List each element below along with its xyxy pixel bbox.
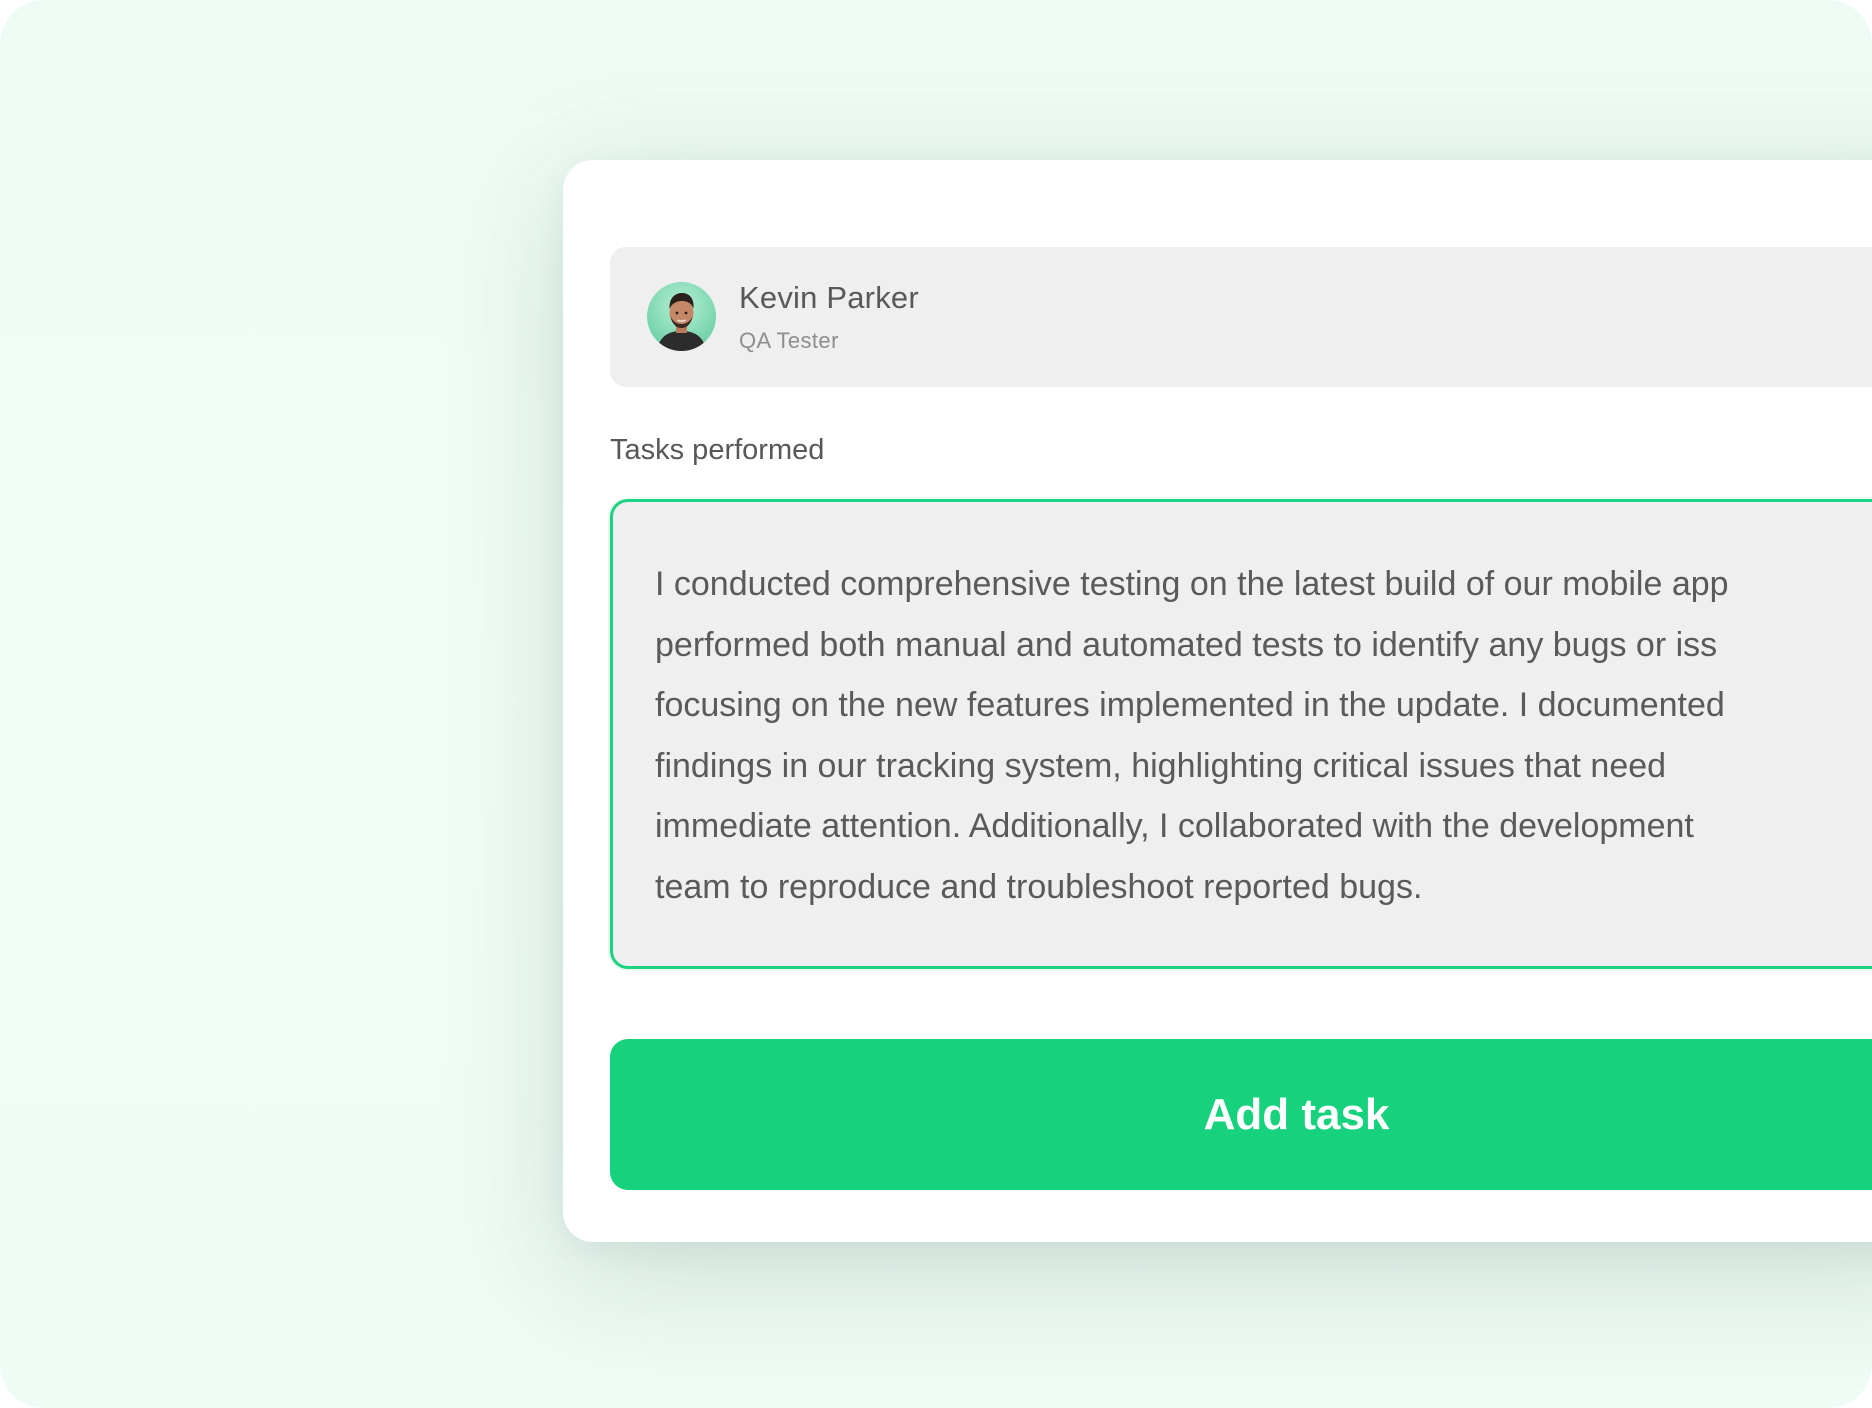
- tasks-performed-label: Tasks performed: [610, 434, 825, 466]
- user-name: Kevin Parker: [739, 280, 919, 315]
- task-form-card: Kevin Parker QA Tester Tasks performed I…: [563, 160, 1872, 1242]
- add-task-button[interactable]: Add task: [610, 1039, 1872, 1190]
- textarea-line: I conducted comprehensive testing on the…: [655, 565, 1729, 603]
- add-task-button-label: Add task: [1203, 1090, 1390, 1139]
- textarea-line: team to reproduce and troubleshoot repor…: [655, 867, 1423, 906]
- textarea-line: immediate attention. Additionally, I col…: [655, 807, 1694, 845]
- textarea-line: findings in our tracking system, highlig…: [655, 746, 1667, 785]
- textarea-line: performed both manual and automated test…: [655, 625, 1718, 664]
- textarea-line: focusing on the new features implemented…: [655, 686, 1725, 724]
- tasks-performed-textarea[interactable]: I conducted comprehensive testing on the…: [610, 499, 1872, 969]
- avatar-illustration: [647, 282, 716, 351]
- user-card: Kevin Parker QA Tester: [610, 247, 1872, 387]
- page-background: Kevin Parker QA Tester Tasks performed I…: [0, 0, 1872, 1408]
- user-role: QA Tester: [739, 328, 839, 353]
- person-avatar-icon: [647, 282, 716, 351]
